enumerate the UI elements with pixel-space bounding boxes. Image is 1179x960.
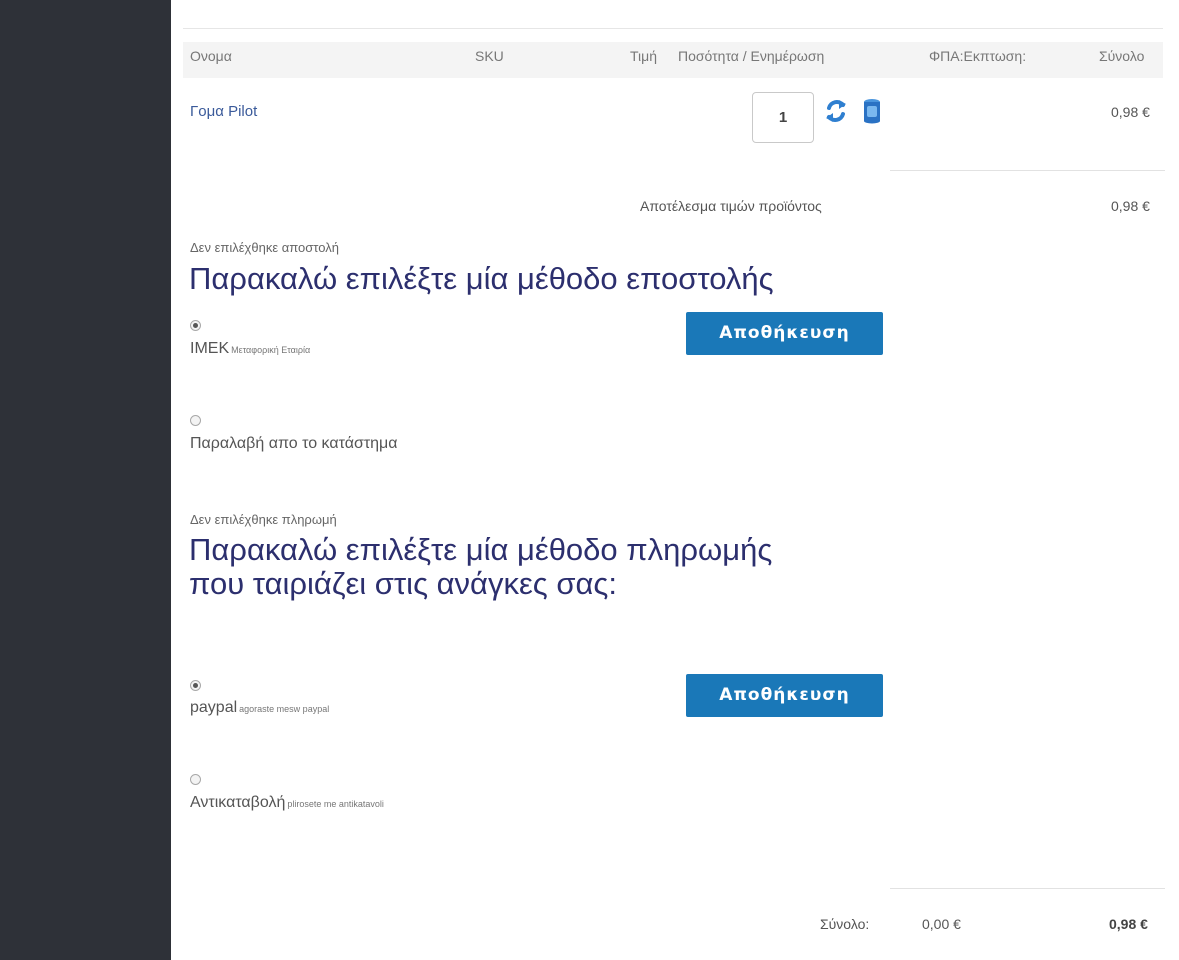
product-name-link[interactable]: Γομα Pilot [190,103,257,120]
row-total: 0,98 € [1111,104,1150,120]
payment-option-cod: Αντικαταβολή plirosete me antikatavoli [190,794,384,812]
header-total: Σύνολο [1099,48,1145,64]
grand-total: 0,98 € [1109,916,1148,932]
header-name: Ονομα [190,48,232,64]
subtotal-value: 0,98 € [1111,198,1150,214]
shipping-option-pickup-label: Παραλαβή απο το κατάστημα [190,435,398,452]
trash-icon[interactable] [862,98,882,124]
refresh-icon[interactable] [824,98,848,124]
payment-option-paypal-desc: agoraste mesw paypal [239,704,330,714]
payment-save-button[interactable]: Αποθήκευση [686,674,883,717]
total-label: Σύνολο: [820,916,870,932]
header-price: Τιμή [630,48,657,64]
total-discount: 0,00 € [922,916,961,932]
shipping-option-imek: IMEK Μεταφορική Εταιρία [190,340,310,358]
shipping-option-imek-desc: Μεταφορική Εταιρία [231,345,311,355]
shipping-heading: Παρακαλώ επιλέξτε μία μέθοδο εποστολής [189,261,774,296]
quantity-input[interactable]: 1 [752,92,814,143]
payment-heading-line1: Παρακαλώ επιλέξτε μία μέθοδο πληρωμής [189,532,773,567]
left-sidebar [0,0,171,960]
shipping-not-selected: Δεν επιλέχθηκε αποστολή [190,240,339,255]
header-vat-discount: ΦΠΑ:Εκπτωση: [929,48,1027,64]
header-sku: SKU [475,48,504,64]
payment-heading-line2: που ταιριάζει στις ανάγκες σας: [189,566,617,601]
total-divider [890,888,1165,889]
payment-not-selected: Δεν επιλέχθηκε πληρωμή [190,512,337,527]
subtotal-label: Αποτέλεσμα τιμών προϊόντος [640,198,822,214]
payment-option-cod-label: Αντικαταβολή [190,794,286,811]
top-divider [183,28,1163,29]
shipping-save-button[interactable]: Αποθήκευση [686,312,883,355]
header-quantity-update: Ποσότητα / Ενημέρωση [678,48,825,64]
shipping-radio-imek[interactable] [190,320,201,331]
subtotal-divider [890,170,1165,171]
payment-radio-paypal[interactable] [190,680,201,691]
payment-option-cod-desc: plirosete me antikatavoli [287,799,384,809]
payment-option-paypal: paypal agoraste mesw paypal [190,699,329,717]
shipping-option-imek-label: IMEK [190,340,230,357]
payment-radio-cod[interactable] [190,774,201,785]
shipping-radio-pickup[interactable] [190,415,201,426]
payment-option-paypal-label: paypal [190,699,238,716]
